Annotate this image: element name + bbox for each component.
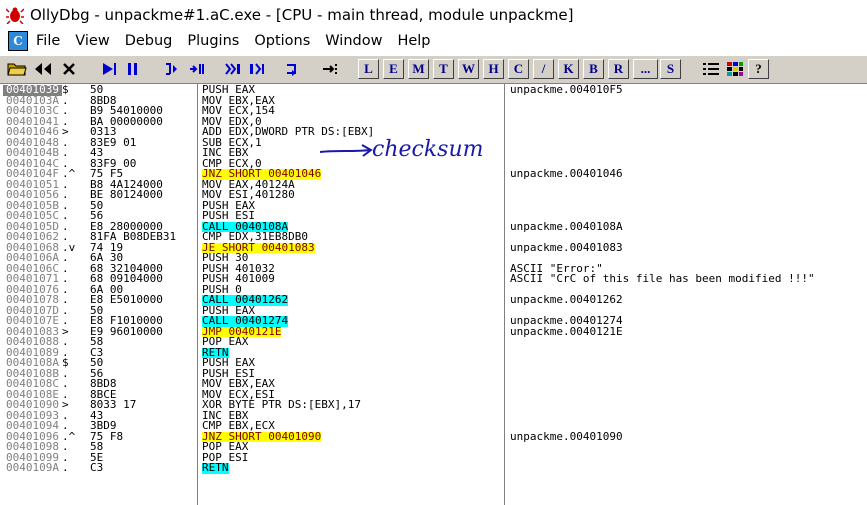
menu-plugins[interactable]: Plugins: [187, 33, 239, 49]
toolbar-threads-button[interactable]: T: [433, 59, 454, 79]
ollydbg-bug-icon: [6, 7, 24, 24]
help-icon[interactable]: ?: [748, 59, 769, 79]
disasm-row[interactable]: 0040108A $50 PUSH EAX: [0, 357, 867, 369]
disasm-row[interactable]: 00401093. 43 INC EBX: [0, 410, 867, 422]
execute-till-return-icon[interactable]: [282, 59, 303, 79]
close-icon[interactable]: [58, 59, 79, 79]
annotation-arrow: [319, 144, 373, 157]
go-to-origin-icon[interactable]: [320, 59, 341, 79]
menu-view[interactable]: View: [75, 33, 109, 49]
annotation-text: checksum: [372, 137, 484, 162]
toolbar-breakpoints-button[interactable]: B: [583, 59, 604, 79]
disasm-row[interactable]: 00401090 >8033 17 XOR BYTE PTR DS:[EBX],17: [0, 399, 867, 411]
row-comment: unpackme.0040108A: [510, 219, 623, 233]
disasm-row[interactable]: 00401068 .v 74 19 JE SHORT 00401083 unpackme…: [0, 240, 867, 254]
step-into-icon[interactable]: [162, 59, 183, 79]
toolbar-memory-button[interactable]: M: [408, 59, 429, 79]
disasm-row[interactable]: 00401056. BE 80124000 MOV ESI,401280: [0, 189, 867, 201]
toolbar-log-button[interactable]: L: [358, 59, 379, 79]
row-marker: .: [62, 461, 69, 474]
open-folder-icon[interactable]: [6, 59, 27, 79]
disasm-row[interactable]: 00401083 > E9 96010000 JMP 0040121E unpackme…: [0, 324, 867, 338]
disasm-row[interactable]: 00401088. 58 POP EAX: [0, 336, 867, 348]
trace-over-icon[interactable]: [246, 59, 267, 79]
row-hex-dump: C3: [90, 461, 104, 474]
row-comment: unpackme.004010F5: [510, 84, 623, 96]
disasm-row[interactable]: 00401071. 68 09104000 PUSH 401009 ASCII "Cr…: [0, 272, 867, 285]
toolbar-callstack-button[interactable]: K: [558, 59, 579, 79]
disasm-row[interactable]: 00401098. 58 POP EAX: [0, 441, 867, 453]
row-comment: ASCII "CrC of this file has been modifie…: [510, 272, 815, 285]
appearance-icon[interactable]: [724, 59, 745, 79]
toolbar-patches-button[interactable]: /: [533, 59, 554, 79]
trace-into-icon[interactable]: [222, 59, 243, 79]
toolbar-source-button[interactable]: S: [660, 59, 681, 79]
disasm-row[interactable]: 00401062. 81FA B08DEB31 CMP EDX,31EB8DB0: [0, 231, 867, 243]
step-over-icon[interactable]: [186, 59, 207, 79]
toolbar-cpu-button[interactable]: C: [508, 59, 529, 79]
toolbar-windows-button[interactable]: W: [458, 59, 479, 79]
toolbar-references-button[interactable]: R: [608, 59, 629, 79]
disasm-row[interactable]: 00401089. C3 RETN: [0, 347, 867, 358]
toolbar: L E M T W H C / K B R ... S ?: [0, 55, 867, 84]
menu-window[interactable]: Window: [325, 33, 382, 49]
row-comment: unpackme.00401046: [510, 167, 623, 180]
run-icon[interactable]: [98, 59, 119, 79]
menu-file[interactable]: File: [36, 33, 60, 49]
disasm-row[interactable]: 0040105B. 50 PUSH EAX: [0, 200, 867, 212]
row-address: 0040109A: [6, 461, 59, 474]
row-comment: unpackme.00401083: [510, 240, 623, 254]
disasm-row[interactable]: 00401039 $50 PUSH EAX unpackme.004010F5: [0, 84, 867, 96]
row-comment: unpackme.0040121E: [510, 324, 623, 338]
disasm-row[interactable]: 00401099. 5E POP ESI: [0, 452, 867, 464]
disasm-row[interactable]: 00401041. BA 00000000 MOV EDX,0: [0, 116, 867, 128]
menu-options[interactable]: Options: [254, 33, 310, 49]
toolbar-handles-button[interactable]: H: [483, 59, 504, 79]
disasm-row[interactable]: 0040108C. 8BD8 MOV EBX,EAX: [0, 378, 867, 390]
disasm-row[interactable]: 0040108B. 56 PUSH ESI: [0, 368, 867, 380]
title-bar: OllyDbg - unpackme#1.aC.exe - [CPU - mai…: [0, 0, 867, 30]
toolbar-run-trace-button[interactable]: ...: [633, 59, 658, 79]
disasm-row[interactable]: 0040109A. C3 RETN: [0, 461, 867, 474]
menu-help[interactable]: Help: [397, 33, 430, 49]
disasm-row[interactable]: 00401096 .^ 75 F8 JNZ SHORT 00401090 unpackm…: [0, 429, 867, 443]
list-icon[interactable]: [700, 59, 721, 79]
cpu-window-icon[interactable]: C: [8, 31, 28, 51]
window-title: OllyDbg - unpackme#1.aC.exe - [CPU - mai…: [30, 6, 574, 24]
restart-icon[interactable]: [32, 59, 53, 79]
toolbar-executables-button[interactable]: E: [383, 59, 404, 79]
disasm-row[interactable]: 00401078. E8 E5010000 CALL 00401262 unpackm…: [0, 293, 867, 306]
row-comment: unpackme.00401090: [510, 429, 623, 443]
disasm-row[interactable]: 00401094. 3BD9 CMP EBX,ECX: [0, 420, 867, 432]
pause-icon[interactable]: [122, 59, 143, 79]
row-disassembly: RETN: [202, 461, 229, 474]
row-comment: unpackme.00401262: [510, 293, 623, 306]
menu-bar: C File View Debug Plugins Options Window…: [0, 30, 867, 52]
menu-debug[interactable]: Debug: [125, 33, 173, 49]
